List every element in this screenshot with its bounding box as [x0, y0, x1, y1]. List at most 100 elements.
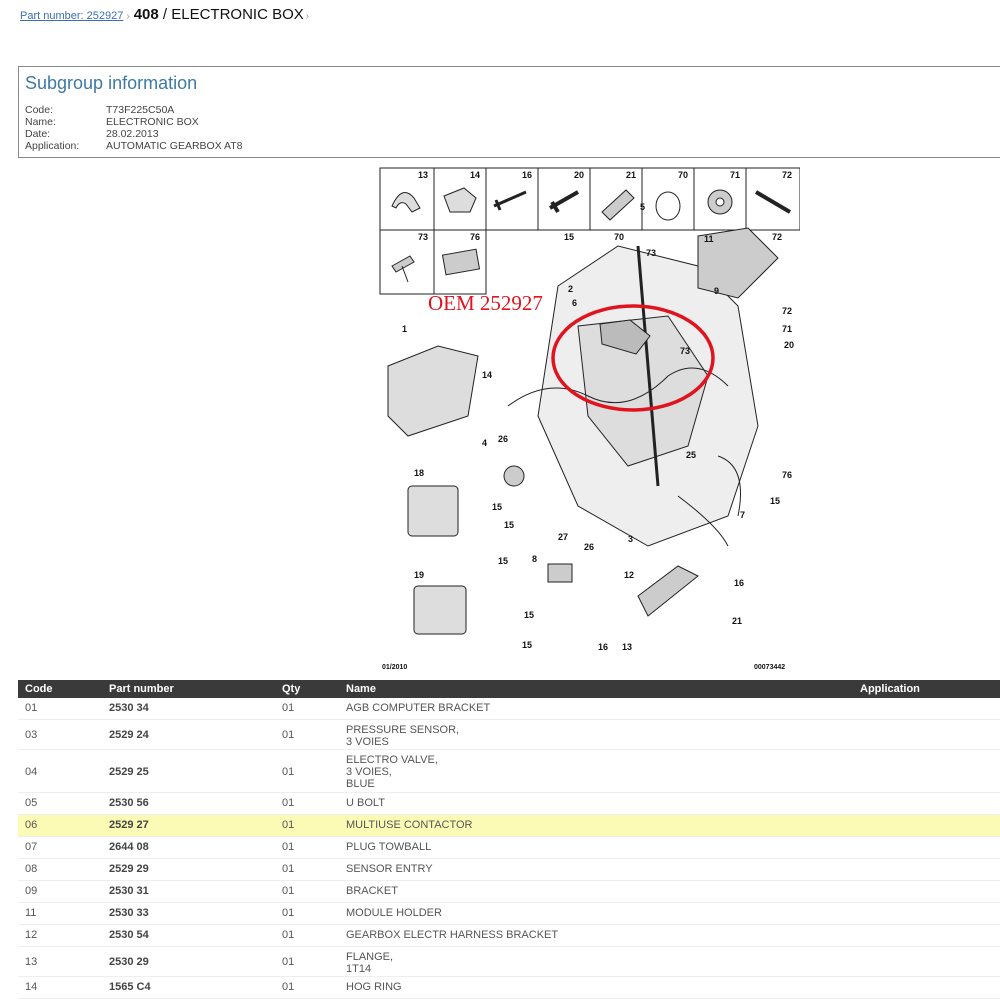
table-row[interactable]: 04 2529 25 01 ELECTRO VALVE, 3 VOIES, BLUE	[18, 750, 1000, 793]
info-key: Date:	[25, 128, 51, 140]
row-code: 04	[25, 766, 38, 778]
table-row[interactable]: 03 2529 24 01 PRESSURE SENSOR, 3 VOIES	[18, 720, 1000, 750]
oem-watermark: OEM 252927	[428, 291, 543, 315]
table-row[interactable]: 01 2530 34 01 AGB COMPUTER BRACKET	[18, 698, 1000, 720]
callout-72: 72	[782, 170, 792, 180]
table-row[interactable]: 05 2530 56 01 U BOLT	[18, 793, 1000, 815]
callout-76: 76	[470, 232, 480, 242]
relay-19-part	[413, 585, 467, 635]
row-name: U BOLT	[346, 797, 385, 809]
callout-70: 70	[678, 170, 688, 180]
callout-16: 16	[522, 170, 532, 180]
parts-table-header: Code Part number Qty Name Application	[18, 680, 1000, 698]
callout-19: 19	[414, 570, 424, 580]
row-qty: 01	[282, 729, 295, 741]
table-row[interactable]: 11 2530 33 01 MODULE HOLDER	[18, 903, 1000, 925]
info-value: T73F225C50A	[106, 104, 175, 116]
callout-2: 2	[568, 284, 573, 294]
row-code: 13	[25, 956, 38, 968]
callout-6: 6	[572, 298, 577, 308]
row-name: PRESSURE SENSOR, 3 VOIES	[346, 724, 460, 748]
header-application[interactable]: Application	[860, 683, 920, 695]
table-row[interactable]: 08 2529 29 01 SENSOR ENTRY	[18, 859, 1000, 881]
row-name: AGB COMPUTER BRACKET	[346, 702, 491, 714]
part-number-link[interactable]: Part number: 252927	[20, 10, 123, 22]
page-title: 408 / ELECTRONIC BOX	[134, 6, 304, 23]
diagram-date-code: 01/2010	[382, 664, 407, 671]
row-name: FLANGE, 1T14	[346, 951, 394, 975]
row-qty: 01	[282, 819, 295, 831]
pressure-sensor-part	[503, 465, 525, 487]
callout-76: 76	[782, 470, 792, 480]
sensor-entry-part	[547, 563, 573, 583]
table-row[interactable]: 13 2530 29 01 FLANGE, 1T14	[18, 947, 1000, 977]
callout-21: 21	[626, 170, 636, 180]
callout-72-a: 72	[772, 232, 782, 242]
row-qty: 01	[282, 841, 295, 853]
callout-13: 13	[418, 170, 428, 180]
row-qty: 01	[282, 766, 295, 778]
callout-16-a: 16	[734, 578, 744, 588]
row-qty: 01	[282, 885, 295, 897]
header-part-number[interactable]: Part number	[109, 683, 174, 695]
callout-26-b: 26	[584, 542, 594, 552]
header-name[interactable]: Name	[346, 683, 376, 695]
info-value: ELECTRONIC BOX	[106, 116, 199, 128]
callout-15-a: 15	[564, 232, 574, 242]
row-part-number: 2530 31	[109, 885, 149, 897]
row-code: 03	[25, 729, 38, 741]
info-row-application: Application: AUTOMATIC GEARBOX AT8	[25, 140, 243, 152]
row-name: HOG RING	[346, 981, 402, 993]
relay-18-part	[407, 485, 459, 537]
callout-26-a: 26	[498, 434, 508, 444]
breadcrumb-separator-end: ›	[305, 11, 310, 22]
row-code: 14	[25, 981, 38, 993]
callout-18: 18	[414, 468, 424, 478]
info-value: 28.02.2013	[106, 128, 159, 140]
table-row[interactable]: 06 2529 27 01 MULTIUSE CONTACTOR	[18, 815, 1000, 837]
row-qty: 01	[282, 797, 295, 809]
row-part-number: 2530 56	[109, 797, 149, 809]
table-row[interactable]: 12 2530 54 01 GEARBOX ELECTR HARNESS BRACKE…	[18, 925, 1000, 947]
info-row-name: Name: ELECTRONIC BOX	[25, 116, 243, 128]
title-slash: /	[158, 6, 172, 23]
row-name: SENSOR ENTRY	[346, 863, 433, 875]
table-row[interactable]: 14 1565 C4 01 HOG RING	[18, 977, 1000, 999]
callout-70: 70	[614, 232, 624, 242]
info-row-code: Code: T73F225C50A	[25, 104, 243, 116]
callout-13-main: 13	[622, 642, 632, 652]
callout-15-e: 15	[524, 610, 534, 620]
callout-1: 1	[402, 324, 407, 334]
callout-15-b: 15	[492, 502, 502, 512]
row-name: MODULE HOLDER	[346, 907, 442, 919]
callout-73-a: 73	[646, 248, 656, 258]
callout-5: 5	[640, 202, 645, 212]
row-name: ELECTRO VALVE, 3 VOIES, BLUE	[346, 754, 438, 790]
callout-73-b: 73	[680, 346, 690, 356]
row-qty: 01	[282, 863, 295, 875]
callout-15-c: 15	[504, 520, 514, 530]
callout-11: 11	[704, 234, 714, 244]
row-name: PLUG TOWBALL	[346, 841, 432, 853]
row-part-number: 2529 25	[109, 766, 149, 778]
callout-20: 20	[574, 170, 584, 180]
table-row[interactable]: 07 2644 08 01 PLUG TOWBALL	[18, 837, 1000, 859]
info-row-date: Date: 28.02.2013	[25, 128, 243, 140]
header-code[interactable]: Code	[25, 683, 53, 695]
callout-14-main: 14	[482, 370, 492, 380]
row-part-number: 2529 24	[109, 729, 149, 741]
exploded-parts-diagram: OEM 252927 13 14 16 20 21 70 71 72 73 76…	[379, 167, 800, 671]
callout-14: 14	[470, 170, 480, 180]
parts-table-body: 01 2530 34 01 AGB COMPUTER BRACKET 03 2529 24…	[18, 698, 1000, 999]
header-qty[interactable]: Qty	[282, 683, 300, 695]
callout-27: 27	[558, 532, 568, 542]
info-key: Name:	[25, 116, 56, 128]
table-row[interactable]: 09 2530 31 01 BRACKET	[18, 881, 1000, 903]
row-part-number: 2530 33	[109, 907, 149, 919]
row-part-number: 1565 C4	[109, 981, 151, 993]
callout-25: 25	[686, 450, 696, 460]
diagram-ref-code: 00073442	[754, 664, 785, 671]
callout-73: 73	[418, 232, 428, 242]
subgroup-panel: Subgroup information Code: T73F225C50A Na…	[18, 66, 1000, 158]
row-qty: 01	[282, 929, 295, 941]
